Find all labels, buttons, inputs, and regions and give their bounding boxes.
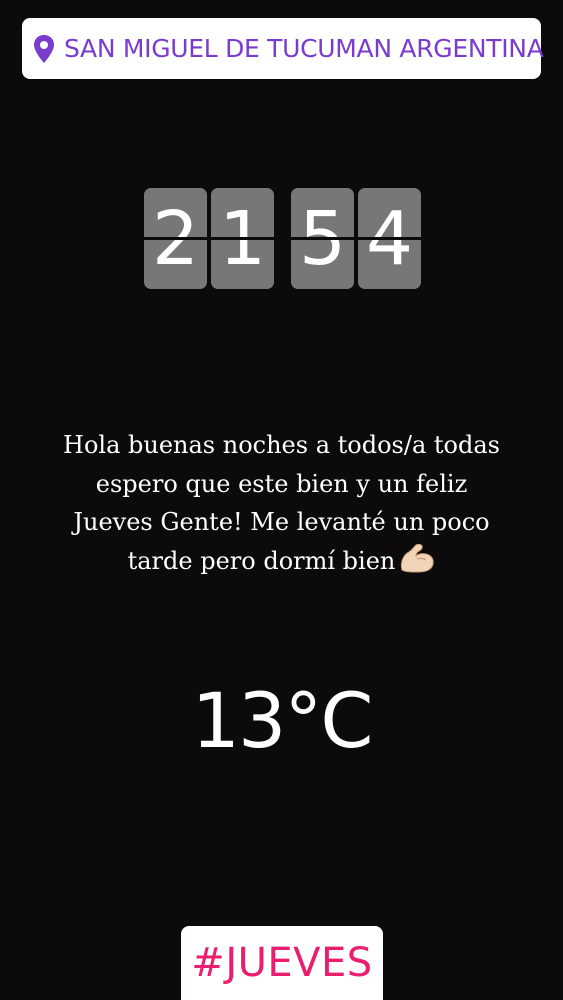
location-pin-icon [32, 32, 56, 66]
caption-line: Jueves Gente! Me levanté un poco [73, 508, 490, 536]
temperature-sticker[interactable]: 13°C [0, 671, 563, 771]
flexed-biceps-icon [399, 543, 435, 585]
flip-clock: 2 1 5 4 [144, 188, 424, 291]
clock-digit-hour-tens: 2 [144, 188, 207, 289]
location-sticker[interactable]: SAN MIGUEL DE TUCUMAN ARGENTINA [22, 18, 544, 79]
clock-digit-minute-tens: 5 [291, 188, 354, 289]
caption-text: Hola buenas noches a todos/a todas esper… [20, 426, 543, 584]
caption-line: espero que este bien y un feliz [95, 469, 468, 498]
hashtag-text: #JUEVES [191, 940, 373, 986]
clock-digit-minute-ones: 4 [358, 188, 421, 289]
caption-line-text: tarde pero dormí bien [127, 546, 396, 575]
caption-line-last: tarde pero dormí bien [20, 542, 543, 585]
hashtag-sticker[interactable]: #JUEVES [181, 926, 383, 1000]
caption-line: Hola buenas noches a todos/a todas [63, 431, 500, 459]
location-text: SAN MIGUEL DE TUCUMAN ARGENTINA [64, 34, 544, 63]
clock-digit-hour-ones: 1 [211, 188, 274, 289]
